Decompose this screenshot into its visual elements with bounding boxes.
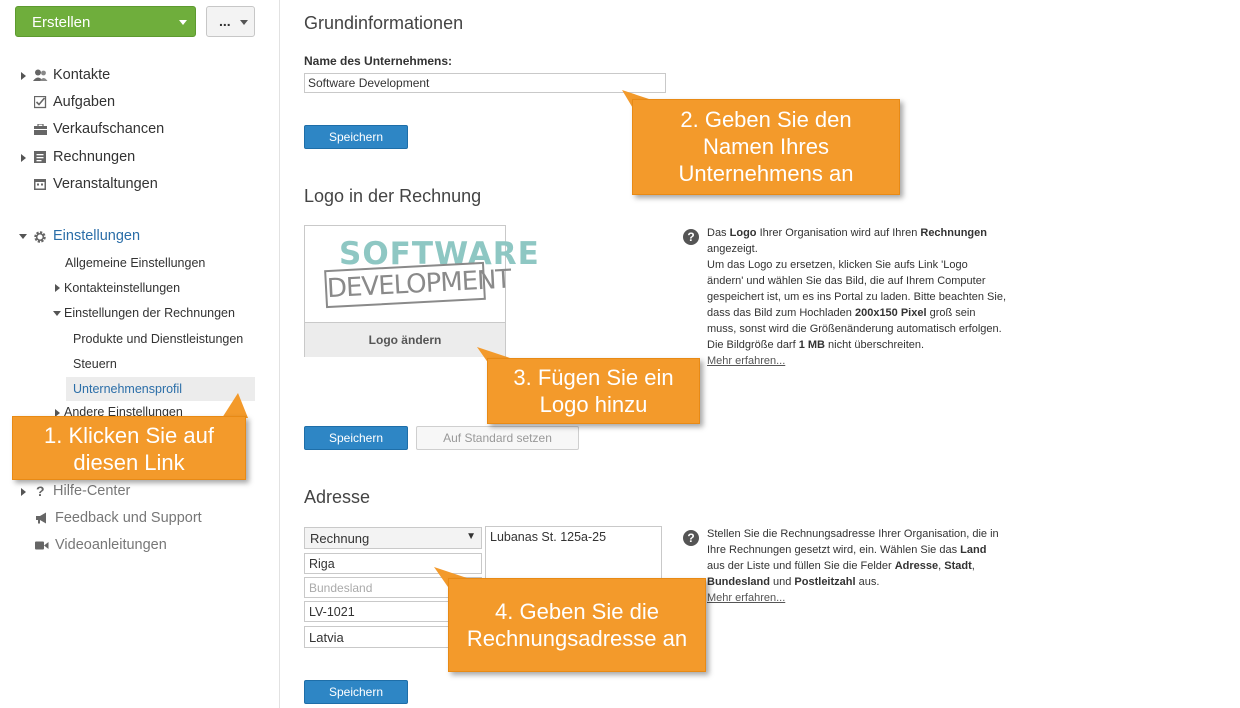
logo-help-text: Das Logo Ihrer Organisation wird auf Ihr… [707,227,1006,367]
callout-4-line1: 4. Geben Sie die [495,599,659,624]
sidebar-item-feedback[interactable]: Feedback und Support [55,510,202,526]
megaphone-icon [36,512,46,524]
collapse-arrow-icon[interactable] [53,311,61,316]
sidebar-subitem-general[interactable]: Allgemeine Einstellungen [65,256,205,270]
create-button[interactable]: Erstellen [15,6,196,37]
sidebar-item-opportunities[interactable]: Verkaufschancen [53,121,164,137]
contacts-icon [33,69,48,81]
create-button-label: Erstellen [32,14,91,31]
callout-2-line3: Unternehmens an [678,161,854,186]
callout-4: 4. Geben Sie die Rechnungsadresse an [448,578,706,672]
company-name-label: Name des Unternehmens: [304,54,453,68]
callout-1-line1: 1. Klicken Sie auf [44,423,214,448]
chevron-down-icon [179,20,187,25]
callout-3: 3. Fügen Sie ein Logo hinzu [487,358,700,424]
help-icon: ? [36,483,45,499]
sidebar-item-invoices[interactable]: Rechnungen [53,149,135,165]
sidebar-subitem-company-profile[interactable]: Unternehmensprofil [73,382,182,396]
tasks-icon [34,96,47,109]
sidebar-item-videos[interactable]: Videoanleitungen [55,537,167,553]
expand-arrow-icon[interactable] [21,488,26,496]
learn-more-link[interactable]: Mehr erfahren... [707,592,785,604]
reset-default-button[interactable]: Auf Standard setzen [416,426,579,450]
sidebar-subitem-contact-settings[interactable]: Kontakteinstellungen [64,281,180,295]
sidebar-item-tasks[interactable]: Aufgaben [53,94,115,110]
logo-frame: DEVELOPMENT [324,261,512,309]
more-button[interactable]: ... [206,6,255,37]
more-button-label: ... [219,13,231,29]
learn-more-link[interactable]: Mehr erfahren... [707,355,785,367]
video-camera-icon [35,541,49,550]
expand-arrow-icon[interactable] [21,154,26,162]
sidebar-item-contacts[interactable]: Kontakte [53,67,110,83]
opportunities-icon [34,124,47,135]
save-address-button[interactable]: Speichern [304,680,408,704]
callout-1: 1. Klicken Sie auf diesen Link [12,416,246,480]
invoices-icon [34,151,46,163]
address-type-value: Rechnung [310,531,370,546]
sidebar-subitem-taxes[interactable]: Steuern [73,357,117,371]
section-title-basic-info: Grundinformationen [304,13,464,33]
callout-2-line1: 2. Geben Sie den [680,107,852,132]
help-question-icon: ? [683,229,699,245]
callout-2-line2: Namen Ihres [703,134,829,159]
sidebar-item-help-center[interactable]: Hilfe-Center [53,483,130,499]
gear-icon [34,231,46,243]
callout-1-line2: diesen Link [73,450,185,475]
sidebar-subitem-invoice-settings[interactable]: Einstellungen der Rechnungen [64,306,235,320]
save-basic-info-button[interactable]: Speichern [304,125,408,149]
sidebar-divider [279,0,280,708]
callout-1-pointer [222,393,248,418]
section-title-logo: Logo in der Rechnung [304,186,482,206]
logo-text-line2: DEVELOPMENT [326,264,512,305]
sidebar-item-settings[interactable]: Einstellungen [53,228,140,244]
dropdown-arrow-icon: ▼ [466,531,476,542]
callout-3-line1: 3. Fügen Sie ein [513,365,674,390]
expand-arrow-icon[interactable] [55,284,60,292]
sidebar-subitem-products[interactable]: Produkte und Dienstleistungen [73,332,243,346]
events-icon [34,179,46,190]
callout-3-line2: Logo hinzu [539,392,648,417]
help-question-icon: ? [683,530,699,546]
callout-2: 2. Geben Sie den Namen Ihres Unternehmen… [632,99,900,195]
chevron-down-icon [240,20,248,25]
company-logo: SOFTWARE DEVELOPMENT [305,226,539,322]
save-logo-button[interactable]: Speichern [304,426,408,450]
collapse-arrow-icon[interactable] [19,234,27,239]
section-title-address: Adresse [304,487,371,507]
address-help-text: Stellen Sie die Rechnungsadresse Ihrer O… [707,528,999,604]
company-name-input[interactable]: Software Development [304,73,666,93]
address-type-select[interactable]: Rechnung ▼ [304,527,482,549]
expand-arrow-icon[interactable] [21,72,26,80]
sidebar-item-events[interactable]: Veranstaltungen [53,176,158,192]
callout-4-line2: Rechnungsadresse an [466,626,688,651]
